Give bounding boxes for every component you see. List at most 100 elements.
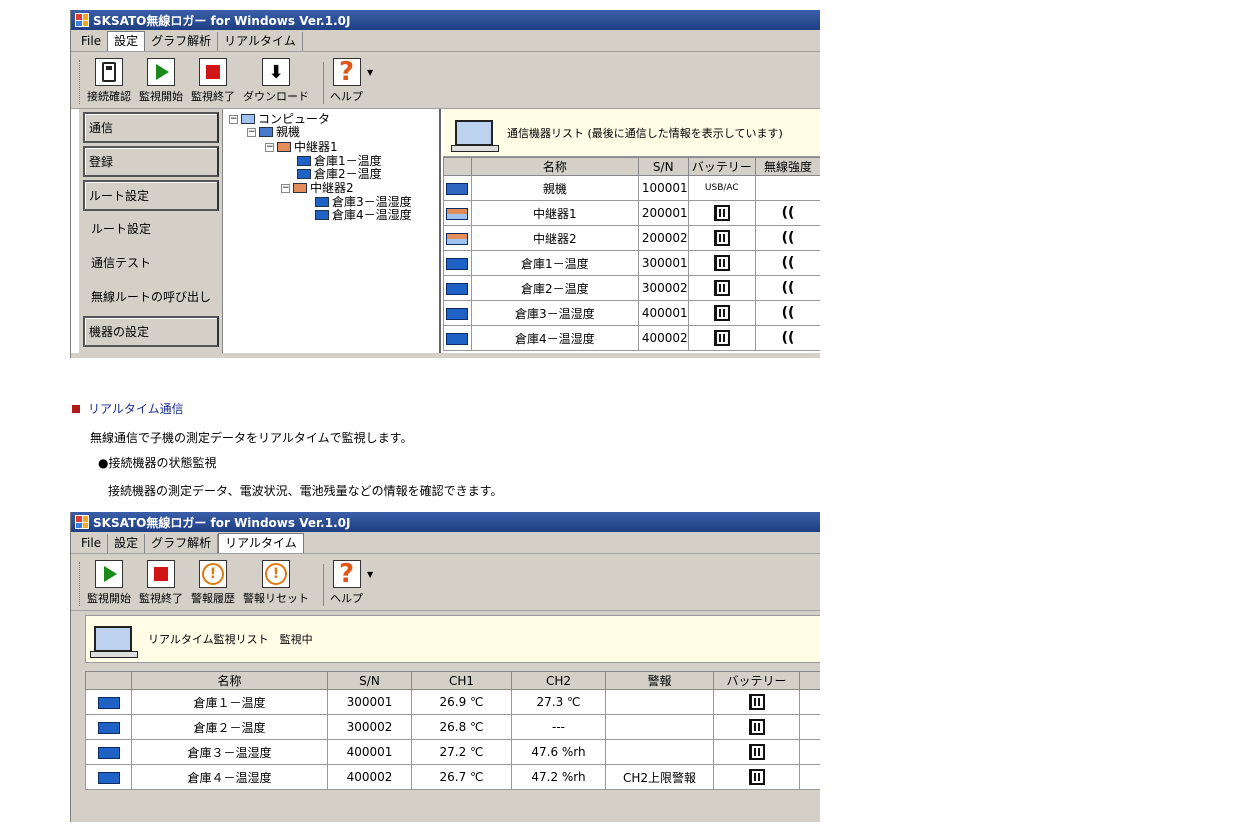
tree-node-warehouse3[interactable]: 倉庫3－温湿度 — [315, 196, 412, 208]
table-row[interactable]: 中継器1 200001 (( — [443, 200, 820, 226]
menu-settings[interactable]: 設定 — [107, 31, 146, 51]
ch1-value: 26.9 ℃ — [411, 689, 512, 715]
menu-settings[interactable]: 設定 — [108, 534, 146, 553]
start-monitoring-button[interactable]: 監視開始 — [87, 560, 131, 606]
help-button[interactable]: ? ヘルプ — [330, 58, 363, 104]
table-row[interactable]: 倉庫1－温度 300001 (( — [443, 250, 820, 276]
menu-realtime[interactable]: リアルタイム — [218, 533, 304, 553]
serial-number: 100001 — [637, 175, 689, 201]
tree-node-base[interactable]: − 親機 — [247, 126, 300, 138]
connection-check-button[interactable]: 接続確認 — [87, 58, 131, 104]
nav-route-settings[interactable]: ルート設定 — [83, 180, 219, 211]
device-name: 倉庫4－温湿度 — [470, 325, 639, 351]
column-header[interactable] — [85, 671, 132, 690]
column-header[interactable]: 無線強度 — [754, 157, 820, 176]
stop-monitoring-button[interactable]: 監視終了 — [191, 58, 235, 104]
device-name: 中継器2 — [470, 225, 639, 251]
collapse-icon[interactable]: − — [265, 142, 274, 152]
alarm-history-button[interactable]: ! 警報履歴 — [191, 560, 235, 606]
menu-realtime[interactable]: リアルタイム — [218, 32, 303, 51]
column-header[interactable] — [443, 157, 472, 176]
column-header[interactable]: S/N — [327, 671, 412, 690]
battery-icon — [713, 280, 730, 296]
help-button[interactable]: ? ヘルプ — [330, 560, 363, 606]
column-header[interactable]: CH2 — [511, 671, 606, 690]
menu-file[interactable]: File — [75, 534, 109, 553]
column-header[interactable]: 警報 — [605, 671, 714, 690]
tree-node-warehouse1[interactable]: 倉庫1－温度 — [297, 155, 382, 167]
help-dropdown-icon[interactable]: ▼ — [367, 570, 373, 579]
realtime-window: SKSATO無線ロガー for Windows Ver.1.0J File 設定… — [70, 512, 820, 822]
table-row[interactable]: 親機 100001 USB/AC — [443, 175, 820, 201]
ch2-value: 47.2 %rh — [511, 764, 606, 790]
app-icon — [75, 13, 89, 27]
toolbar-grip[interactable] — [79, 562, 83, 606]
download-button[interactable]: ⬇ ダウンロード — [243, 58, 309, 104]
collapse-icon[interactable]: − — [247, 127, 256, 137]
logger-icon — [97, 696, 120, 709]
tree-node-warehouse2[interactable]: 倉庫2－温度 — [297, 168, 382, 180]
battery-text: USB/AC — [687, 175, 756, 201]
toolbar-separator — [323, 62, 324, 104]
menu-graph-analysis[interactable]: グラフ解析 — [145, 32, 219, 51]
nav-registration[interactable]: 登録 — [83, 146, 219, 177]
tree-node-relay1[interactable]: − 中継器1 — [265, 141, 338, 153]
collapse-icon[interactable]: − — [281, 183, 290, 193]
device-list-header: 通信機器リスト (最後に通信した情報を表示しています) — [443, 109, 820, 157]
section-title: リアルタイム通信 — [88, 402, 184, 416]
base-unit-icon — [259, 127, 273, 137]
serial-number: 300002 — [637, 275, 689, 301]
signal-icon: (( — [781, 255, 795, 271]
ch2-value: 27.3 ℃ — [511, 689, 606, 715]
column-header[interactable]: S/N — [637, 157, 689, 176]
help-dropdown-icon[interactable]: ▼ — [367, 68, 373, 77]
nav-device-settings[interactable]: 機器の設定 — [83, 316, 219, 347]
column-header[interactable]: バッテリー — [713, 671, 800, 690]
battery-icon — [713, 330, 730, 346]
column-header[interactable]: 名称 — [470, 157, 639, 176]
signal-icon: (( — [781, 280, 795, 296]
nav-sub-route-settings[interactable]: ルート設定 — [79, 211, 222, 245]
column-header[interactable] — [799, 671, 820, 690]
subsection-text: 接続機器の測定データ、電波状況、電池残量などの情報を確認できます。 — [108, 484, 503, 498]
table-row[interactable]: 倉庫４－温湿度 400002 26.7 ℃ 47.2 %rh CH2上限警報 — [85, 764, 820, 790]
table-row[interactable]: 倉庫2－温度 300002 (( — [443, 275, 820, 301]
device-list-pane: 通信機器リスト (最後に通信した情報を表示しています) 名称 S/N バッテリー… — [443, 109, 820, 353]
nav-communication[interactable]: 通信 — [83, 112, 219, 143]
empty-cell — [799, 689, 820, 715]
table-row[interactable]: 倉庫２－温度 300002 26.8 ℃ --- — [85, 714, 820, 740]
logger-icon — [446, 332, 469, 345]
ch2-value: --- — [511, 714, 606, 740]
tree-node-warehouse4[interactable]: 倉庫4－温湿度 — [315, 209, 412, 221]
menu-file[interactable]: File — [75, 32, 107, 51]
computer-icon — [241, 114, 255, 124]
title-bar: SKSATO無線ロガー for Windows Ver.1.0J — [71, 10, 820, 30]
signal-icon: (( — [781, 230, 795, 246]
table-row[interactable]: 倉庫4－温湿度 400002 (( — [443, 325, 820, 351]
nav-sub-communication-test[interactable]: 通信テスト — [79, 245, 222, 279]
alarm-reset-button[interactable]: ! 警報リセット — [243, 560, 309, 606]
stop-monitoring-button[interactable]: 監視終了 — [139, 560, 183, 606]
toolbar-grip[interactable] — [79, 60, 83, 104]
menu-graph-analysis[interactable]: グラフ解析 — [145, 534, 219, 553]
subsection-title: ●接続機器の状態監視 — [98, 456, 217, 470]
table-row[interactable]: 倉庫3－温湿度 400001 (( — [443, 300, 820, 326]
column-header[interactable]: CH1 — [411, 671, 512, 690]
column-header[interactable]: 名称 — [131, 671, 328, 690]
start-monitoring-button[interactable]: 監視開始 — [139, 58, 183, 104]
logger-icon — [97, 721, 120, 734]
collapse-icon[interactable]: − — [229, 114, 238, 124]
battery-icon — [748, 694, 765, 710]
tree-node-computer[interactable]: − コンピュータ — [229, 113, 330, 125]
serial-number: 400001 — [637, 300, 689, 326]
settings-window: SKSATO無線ロガー for Windows Ver.1.0J File 設定… — [70, 10, 820, 358]
tree-node-relay2[interactable]: − 中継器2 — [281, 182, 354, 194]
window-title: SKSATO無線ロガー for Windows Ver.1.0J — [93, 515, 351, 530]
table-row[interactable]: 中継器2 200002 (( — [443, 225, 820, 251]
download-icon: ⬇ — [268, 61, 284, 83]
device-name: 倉庫４－温湿度 — [131, 764, 328, 790]
nav-sub-wireless-route-call[interactable]: 無線ルートの呼び出し — [79, 279, 222, 313]
table-row[interactable]: 倉庫３－温湿度 400001 27.2 ℃ 47.6 %rh — [85, 739, 820, 765]
column-header[interactable]: バッテリー — [687, 157, 756, 176]
table-row[interactable]: 倉庫１－温度 300001 26.9 ℃ 27.3 ℃ — [85, 689, 820, 715]
